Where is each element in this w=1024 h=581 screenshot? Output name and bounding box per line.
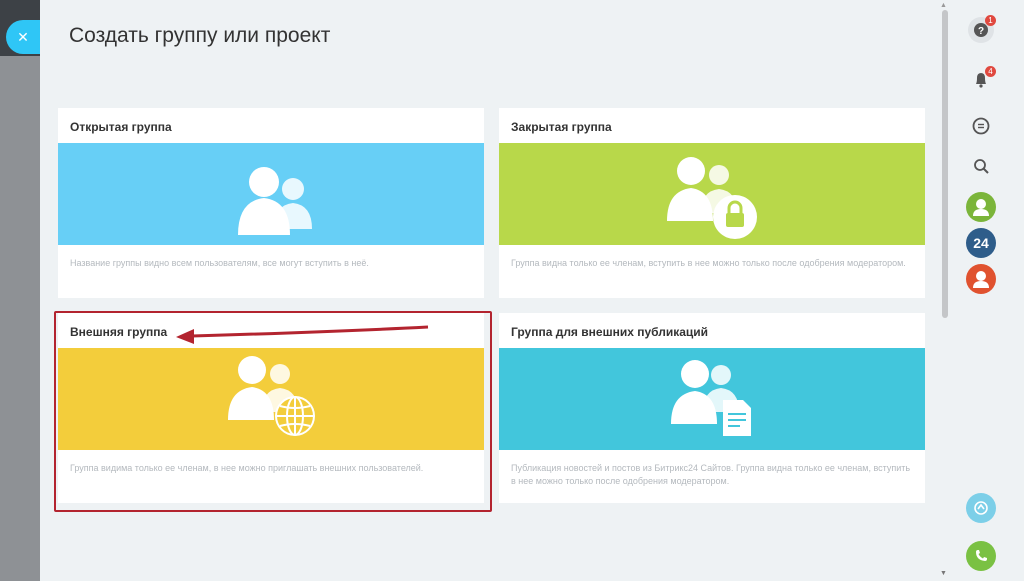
scrollbar-thumb[interactable] [942,10,948,318]
user-avatar-orange[interactable] [966,264,996,294]
close-icon: ✕ [17,29,29,45]
help-badge: 1 [985,15,996,26]
card-external-publications-group[interactable]: Группа для внешних публикаций Публикация… [499,313,925,503]
card-description: Группа видима только ее членам, в нее мо… [70,463,424,473]
slider-panel: Создать группу или проект Открытая групп… [40,0,936,581]
card-description: Публикация новостей и постов из Битрикс2… [511,463,911,486]
card-banner [58,143,484,245]
scroll-up-arrow-icon[interactable]: ▲ [940,2,947,9]
help-button[interactable]: ? 1 [968,15,996,43]
card-banner [499,348,925,450]
notifications-badge: 4 [985,66,996,77]
card-external-group[interactable]: Внешняя группа Группа видима только ее ч… [58,313,484,503]
card-title: Закрытая группа [511,120,612,134]
card-closed-group[interactable]: Закрытая группа Группа видна только ее ч… [499,108,925,298]
phone-icon [976,550,987,561]
user-icon [973,271,989,288]
publications-group-document-icon [671,360,751,436]
search-icon [974,159,989,174]
closed-group-lock-icon [667,157,757,239]
upload-button[interactable] [966,493,996,523]
notifications-button[interactable]: 4 [968,66,996,92]
card-title: Группа для внешних публикаций [511,325,709,339]
card-description: Название группы видно всем пользователям… [70,258,369,268]
open-group-icon [238,167,312,235]
close-slider-button[interactable]: ✕ [6,20,40,54]
card-description: Группа видна только ее членам, вступить … [511,258,906,268]
svg-text:?: ? [978,26,984,37]
chat-button[interactable] [968,113,994,139]
right-panel: ? 1 4 24 [956,0,1024,581]
upload-icon [974,501,988,515]
left-rail [0,0,40,581]
bitrix24-button[interactable]: 24 [966,228,996,258]
card-banner [58,348,484,450]
card-banner [499,143,925,245]
user-icon [973,199,989,216]
external-group-globe-icon [228,356,315,436]
scroll-down-arrow-icon[interactable]: ▼ [940,570,947,577]
user-avatar-green[interactable] [966,192,996,222]
call-button[interactable] [966,541,996,571]
search-button[interactable] [968,153,994,179]
card-title: Открытая группа [70,120,172,134]
card-open-group[interactable]: Открытая группа Название группы видно вс… [58,108,484,298]
chat-icon [972,117,990,135]
card-title: Внешняя группа [70,325,168,339]
page-title: Создать группу или проект [69,24,331,47]
